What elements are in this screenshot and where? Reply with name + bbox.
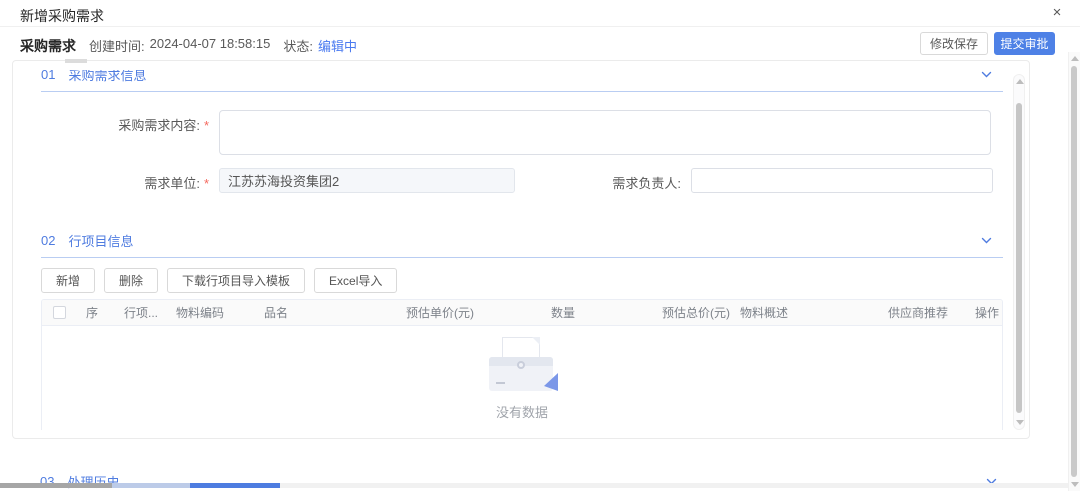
add-row-button[interactable]: 新增 bbox=[41, 268, 95, 293]
hscroll-track-dark bbox=[0, 483, 112, 488]
status-value[interactable]: 编辑中 bbox=[318, 36, 357, 55]
hscroll-track-light bbox=[112, 483, 190, 488]
save-button[interactable]: 修改保存 bbox=[920, 32, 988, 55]
scroll-down-arrow-icon[interactable] bbox=[1071, 482, 1079, 487]
inner-vertical-scrollbar[interactable] bbox=[1013, 74, 1025, 430]
form-card: 01 采购需求信息 采购需求内容: * 需求单位: * 需求负责人: bbox=[12, 60, 1030, 439]
section-number: 02 bbox=[41, 233, 55, 248]
clipped-scroll-remnant bbox=[65, 59, 87, 63]
scroll-down-arrow-icon[interactable] bbox=[1016, 420, 1024, 425]
doc-type-label: 采购需求 bbox=[20, 36, 76, 56]
col-header-supplier-recommend: 供应商推荐 bbox=[880, 304, 970, 321]
section-title: 采购需求信息 bbox=[68, 70, 146, 84]
inner-scrollbar-thumb[interactable] bbox=[1016, 103, 1022, 413]
table-empty-state: 没有数据 bbox=[42, 326, 1002, 430]
outer-vertical-scrollbar[interactable] bbox=[1068, 52, 1080, 491]
card-scroll-area[interactable]: 01 采购需求信息 采购需求内容: * 需求单位: * 需求负责人: bbox=[13, 70, 1005, 430]
col-header-material-code: 物料编码 bbox=[166, 304, 254, 321]
outer-scrollbar-thumb[interactable] bbox=[1071, 66, 1077, 477]
col-header-quantity: 数量 bbox=[515, 304, 575, 321]
chevron-down-icon[interactable] bbox=[980, 70, 993, 81]
chevron-down-icon[interactable] bbox=[980, 234, 993, 247]
modal-header: 新增采购需求 × bbox=[0, 0, 1080, 27]
horizontal-scrollbar-thumb[interactable] bbox=[190, 483, 280, 488]
table-header-row: 序 行项... 物料编码 品名 预估单价(元) 数量 预估总价(元) 物料概述 … bbox=[42, 300, 1002, 326]
unit-field-label: 需求单位: * bbox=[41, 168, 209, 192]
cursor-arrow-icon bbox=[544, 373, 561, 395]
field-row-unit-owner: 需求单位: * 需求负责人: bbox=[41, 168, 1003, 193]
empty-text: 没有数据 bbox=[496, 402, 548, 421]
col-header-est-unit-price: 预估单价(元) bbox=[395, 304, 515, 321]
created-time: 创建时间: 2024-04-07 18:58:15 bbox=[89, 36, 270, 55]
col-header-est-total-price: 预估总价(元) bbox=[575, 304, 730, 321]
col-header-seq: 序 bbox=[76, 304, 120, 321]
created-time-value: 2024-04-07 18:58:15 bbox=[150, 36, 271, 55]
section-title: 行项目信息 bbox=[68, 231, 133, 250]
horizontal-scrollbar[interactable] bbox=[0, 483, 1068, 488]
excel-import-button[interactable]: Excel导入 bbox=[314, 268, 397, 293]
section-02-header[interactable]: 02 行项目信息 bbox=[41, 231, 1003, 258]
section-title: 处理历史 bbox=[67, 472, 119, 491]
required-mark: * bbox=[204, 118, 209, 133]
select-all-cell bbox=[42, 306, 76, 319]
submit-approval-button[interactable]: 提交审批 bbox=[994, 32, 1055, 55]
content-label-text: 采购需求内容: bbox=[118, 118, 200, 133]
unit-input bbox=[219, 168, 515, 193]
col-header-material-summary: 物料概述 bbox=[730, 304, 880, 321]
info-bar: 采购需求 创建时间: 2024-04-07 18:58:15 状态: 编辑中 修… bbox=[0, 28, 1080, 58]
line-items-table: 序 行项... 物料编码 品名 预估单价(元) 数量 预估总价(元) 物料概述 … bbox=[41, 299, 1003, 430]
scroll-up-arrow-icon[interactable] bbox=[1071, 56, 1079, 61]
content-field-label: 采购需求内容: * bbox=[41, 110, 209, 134]
section-01-header[interactable]: 01 采购需求信息 bbox=[41, 70, 1003, 92]
page-title: 新增采购需求 bbox=[20, 6, 104, 26]
scroll-up-arrow-icon[interactable] bbox=[1016, 79, 1024, 84]
document-meta: 采购需求 创建时间: 2024-04-07 18:58:15 状态: 编辑中 bbox=[20, 36, 357, 56]
field-row-content: 采购需求内容: * bbox=[41, 110, 1003, 155]
content-textarea[interactable] bbox=[219, 110, 991, 155]
owner-input[interactable] bbox=[691, 168, 993, 193]
owner-label-text: 需求负责人: bbox=[612, 176, 681, 191]
line-items-toolbar: 新增 删除 下载行项目导入模板 Excel导入 bbox=[41, 268, 1003, 293]
delete-row-button[interactable]: 删除 bbox=[104, 268, 158, 293]
col-header-line-item: 行项... bbox=[120, 304, 166, 321]
section-03-header[interactable]: 03 处理历史 bbox=[40, 472, 1008, 491]
col-header-product-name: 品名 bbox=[254, 304, 395, 321]
status: 状态: 编辑中 bbox=[283, 36, 357, 55]
owner-field-label: 需求负责人: bbox=[515, 168, 681, 192]
col-header-actions: 操作 bbox=[970, 304, 1003, 321]
status-label: 状态: bbox=[283, 36, 313, 55]
unit-label-text: 需求单位: bbox=[144, 176, 200, 191]
close-icon[interactable]: × bbox=[1049, 5, 1065, 21]
select-all-checkbox[interactable] bbox=[53, 306, 66, 319]
download-template-button[interactable]: 下载行项目导入模板 bbox=[167, 268, 305, 293]
created-time-label: 创建时间: bbox=[89, 36, 145, 55]
section-number: 01 bbox=[41, 70, 55, 82]
empty-data-icon bbox=[489, 337, 555, 393]
required-mark: * bbox=[204, 176, 209, 191]
